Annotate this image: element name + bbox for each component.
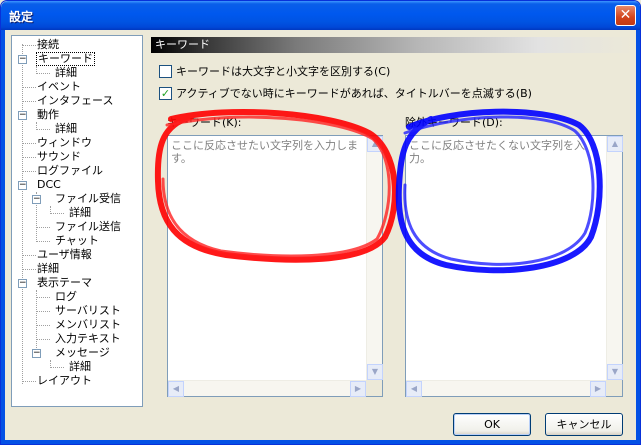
keyword-placeholder: ここに反応させたい文字列を入力します。 [171, 139, 358, 165]
tree-connector [22, 157, 36, 158]
tree-item-chat[interactable]: チャット [54, 234, 100, 248]
tree-item-user-info[interactable]: ユーザ情報 [36, 248, 93, 262]
blink-titlebar-label: アクティブでない時にキーワードがあれば、タイトルバーを点滅する(B) [176, 87, 532, 100]
tree-item-input-text[interactable]: 入力テキスト [54, 332, 122, 346]
blink-titlebar-option[interactable]: ✓ アクティブでない時にキーワードがあれば、タイトルバーを点滅する(B) [159, 85, 532, 101]
exclude-horizontal-scrollbar[interactable]: ◀ ▶ [406, 380, 606, 397]
tree-item-log[interactable]: ログ [54, 290, 78, 304]
scroll-down-icon[interactable]: ▼ [607, 364, 623, 380]
minus-expander-icon[interactable]: − [32, 349, 41, 358]
scrollbar-corner [606, 380, 622, 396]
tree-item-file-receive-detail[interactable]: 詳細 [68, 206, 92, 220]
title-bar[interactable]: 設定 ✕ [1, 1, 640, 30]
exclude-keyword-placeholder: ここに反応させたくない文字列を入力。 [409, 139, 585, 165]
tree-connector [36, 339, 50, 340]
tree-item-window[interactable]: ウィンドウ [36, 136, 93, 150]
tree-item-server-list[interactable]: サーバリスト [54, 304, 122, 318]
scroll-down-icon[interactable]: ▼ [367, 364, 383, 380]
tree-item-display-theme[interactable]: 表示テーマ [36, 276, 93, 290]
tree-connector [22, 171, 36, 172]
keyword-horizontal-scrollbar[interactable]: ◀ ▶ [168, 380, 366, 397]
tree-item-event[interactable]: イベント [36, 80, 82, 94]
section-header: キーワード [151, 37, 635, 53]
tree-connector [22, 381, 36, 382]
scroll-up-icon[interactable]: ▲ [607, 136, 623, 152]
tree-item-interface[interactable]: インタフェース [36, 94, 114, 108]
scroll-up-icon[interactable]: ▲ [367, 136, 383, 152]
window-title: 設定 [9, 10, 34, 24]
tree-item-behavior-detail[interactable]: 詳細 [54, 122, 78, 136]
tree-connector [22, 87, 36, 88]
tree-item-logfile[interactable]: ログファイル [36, 164, 104, 178]
case-sensitive-label: キーワードは大文字と小文字を区別する(C) [176, 65, 391, 78]
tree-item-keyword-detail[interactable]: 詳細 [54, 66, 78, 80]
minus-expander-icon[interactable]: − [18, 279, 27, 288]
tree-connector [36, 297, 50, 298]
tree-connector [50, 213, 64, 214]
tree-item-dcc[interactable]: DCC [36, 178, 62, 192]
tree-item-message[interactable]: メッセージ [54, 346, 111, 360]
tree-item-member-list[interactable]: メンバリスト [54, 318, 122, 332]
window-frame-bottom [1, 440, 640, 444]
scroll-right-icon[interactable]: ▶ [350, 381, 366, 397]
tree-connector [36, 227, 50, 228]
keyword-input[interactable]: ここに反応させたい文字列を入力します。 ▲ ▼ ◀ ▶ [167, 135, 383, 397]
settings-dialog: 設定 ✕ − − − − − − 接続 キーワード 詳細 イベント インタフェー… [0, 0, 641, 445]
keyword-label: キーワード(K): [167, 116, 242, 129]
tree-connector [36, 290, 37, 354]
tree-item-file-receive[interactable]: ファイル受信 [54, 192, 122, 206]
tree-connector [22, 101, 36, 102]
tree-item-layout[interactable]: レイアウト [36, 374, 93, 388]
tree-connector [22, 45, 36, 46]
scroll-right-icon[interactable]: ▶ [590, 381, 606, 397]
tree-item-keyword[interactable]: キーワード [36, 52, 95, 66]
tree-item-message-detail[interactable]: 詳細 [68, 360, 92, 374]
minus-expander-icon[interactable]: − [32, 195, 41, 204]
close-icon[interactable]: ✕ [615, 5, 636, 26]
settings-tree[interactable]: − − − − − − 接続 キーワード 詳細 イベント インタフェース 動作 … [11, 35, 143, 407]
minus-expander-icon[interactable]: − [18, 111, 27, 120]
tree-item-sound[interactable]: サウンド [36, 150, 82, 164]
exclude-keyword-input[interactable]: ここに反応させたくない文字列を入力。 ▲ ▼ ◀ ▶ [405, 135, 623, 397]
tree-item-connection[interactable]: 接続 [36, 38, 60, 52]
scroll-left-icon[interactable]: ◀ [406, 381, 422, 397]
ok-button[interactable]: OK [453, 413, 531, 436]
exclude-keyword-label: 除外キーワード(D): [405, 116, 503, 129]
tree-connector [22, 44, 23, 384]
window-frame-left [1, 30, 5, 444]
tree-connector [36, 325, 50, 326]
tree-connector [36, 241, 50, 242]
tree-connector [22, 255, 36, 256]
tree-item-detail[interactable]: 詳細 [36, 262, 60, 276]
tree-connector [36, 73, 50, 74]
tree-connector [22, 143, 36, 144]
tree-item-file-send[interactable]: ファイル送信 [54, 220, 122, 234]
exclude-vertical-scrollbar[interactable]: ▲ ▼ [606, 136, 623, 396]
cancel-button[interactable]: キャンセル [545, 413, 623, 436]
tree-connector [22, 269, 36, 270]
case-sensitive-checkbox[interactable] [159, 64, 172, 78]
minus-expander-icon[interactable]: − [18, 55, 27, 64]
check-icon[interactable]: ✓ [159, 86, 172, 100]
case-sensitive-option[interactable]: キーワードは大文字と小文字を区別する(C) [159, 63, 390, 79]
keyword-vertical-scrollbar[interactable]: ▲ ▼ [366, 136, 383, 396]
tree-connector [36, 311, 50, 312]
window-frame-right [636, 30, 640, 444]
scrollbar-corner [366, 380, 382, 396]
minus-expander-icon[interactable]: − [18, 181, 27, 190]
scroll-left-icon[interactable]: ◀ [168, 381, 184, 397]
tree-item-behavior[interactable]: 動作 [36, 108, 60, 122]
tree-connector [36, 129, 50, 130]
tree-connector [50, 367, 64, 368]
